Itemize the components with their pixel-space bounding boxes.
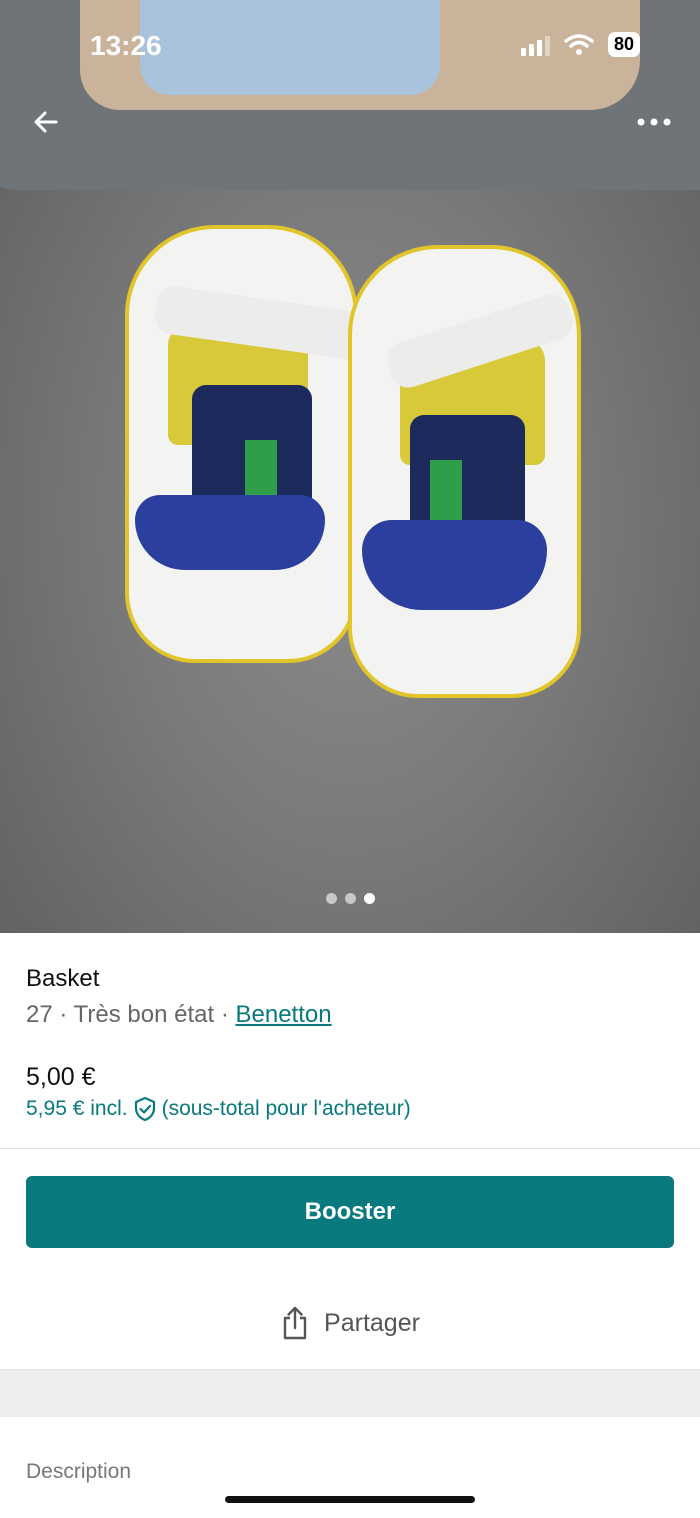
pagination-dot-active[interactable]	[363, 893, 375, 904]
wifi-icon	[564, 33, 594, 55]
item-price: 5,00 €	[26, 1063, 96, 1091]
booster-button[interactable]: Booster	[26, 1176, 674, 1248]
meta-separator: ·	[59, 1001, 68, 1028]
pagination-dot[interactable]	[325, 893, 337, 904]
pagination-dot[interactable]	[344, 893, 356, 904]
brand-link[interactable]: Benetton	[235, 1001, 331, 1028]
item-size: 27	[26, 1001, 53, 1028]
share-label: Partager	[324, 1308, 420, 1337]
meta-separator: ·	[220, 1001, 229, 1028]
home-indicator[interactable]	[225, 1496, 475, 1503]
battery-indicator: 80	[607, 32, 640, 57]
arrow-left-icon	[34, 111, 58, 133]
status-time: 13:26	[90, 30, 162, 61]
buyer-price[interactable]: 5,95 € incl. (sous-total pour l'acheteur…	[26, 1096, 411, 1122]
more-options-button[interactable]	[632, 100, 676, 144]
more-horizontal-icon	[637, 118, 671, 126]
share-button[interactable]: Partager	[0, 1293, 700, 1353]
item-condition: Très bon état	[73, 1001, 215, 1028]
item-meta: 27 · Très bon état · Benetton	[26, 1001, 332, 1029]
description-heading: Description	[26, 1460, 132, 1483]
section-spacer	[0, 1370, 700, 1417]
buyer-price-note: (sous-total pour l'acheteur)	[161, 1097, 411, 1120]
product-photo[interactable]: 13:26 80	[0, 0, 700, 933]
share-icon	[283, 1306, 307, 1340]
cellular-signal-icon	[520, 34, 550, 56]
shield-check-icon	[134, 1096, 155, 1122]
gallery-pagination[interactable]	[0, 893, 700, 904]
divider	[0, 1148, 700, 1149]
status-bar: 13:26 80	[0, 0, 700, 90]
back-button[interactable]	[24, 100, 68, 144]
buyer-price-value: 5,95 € incl.	[26, 1097, 128, 1120]
item-title: Basket	[26, 965, 100, 992]
